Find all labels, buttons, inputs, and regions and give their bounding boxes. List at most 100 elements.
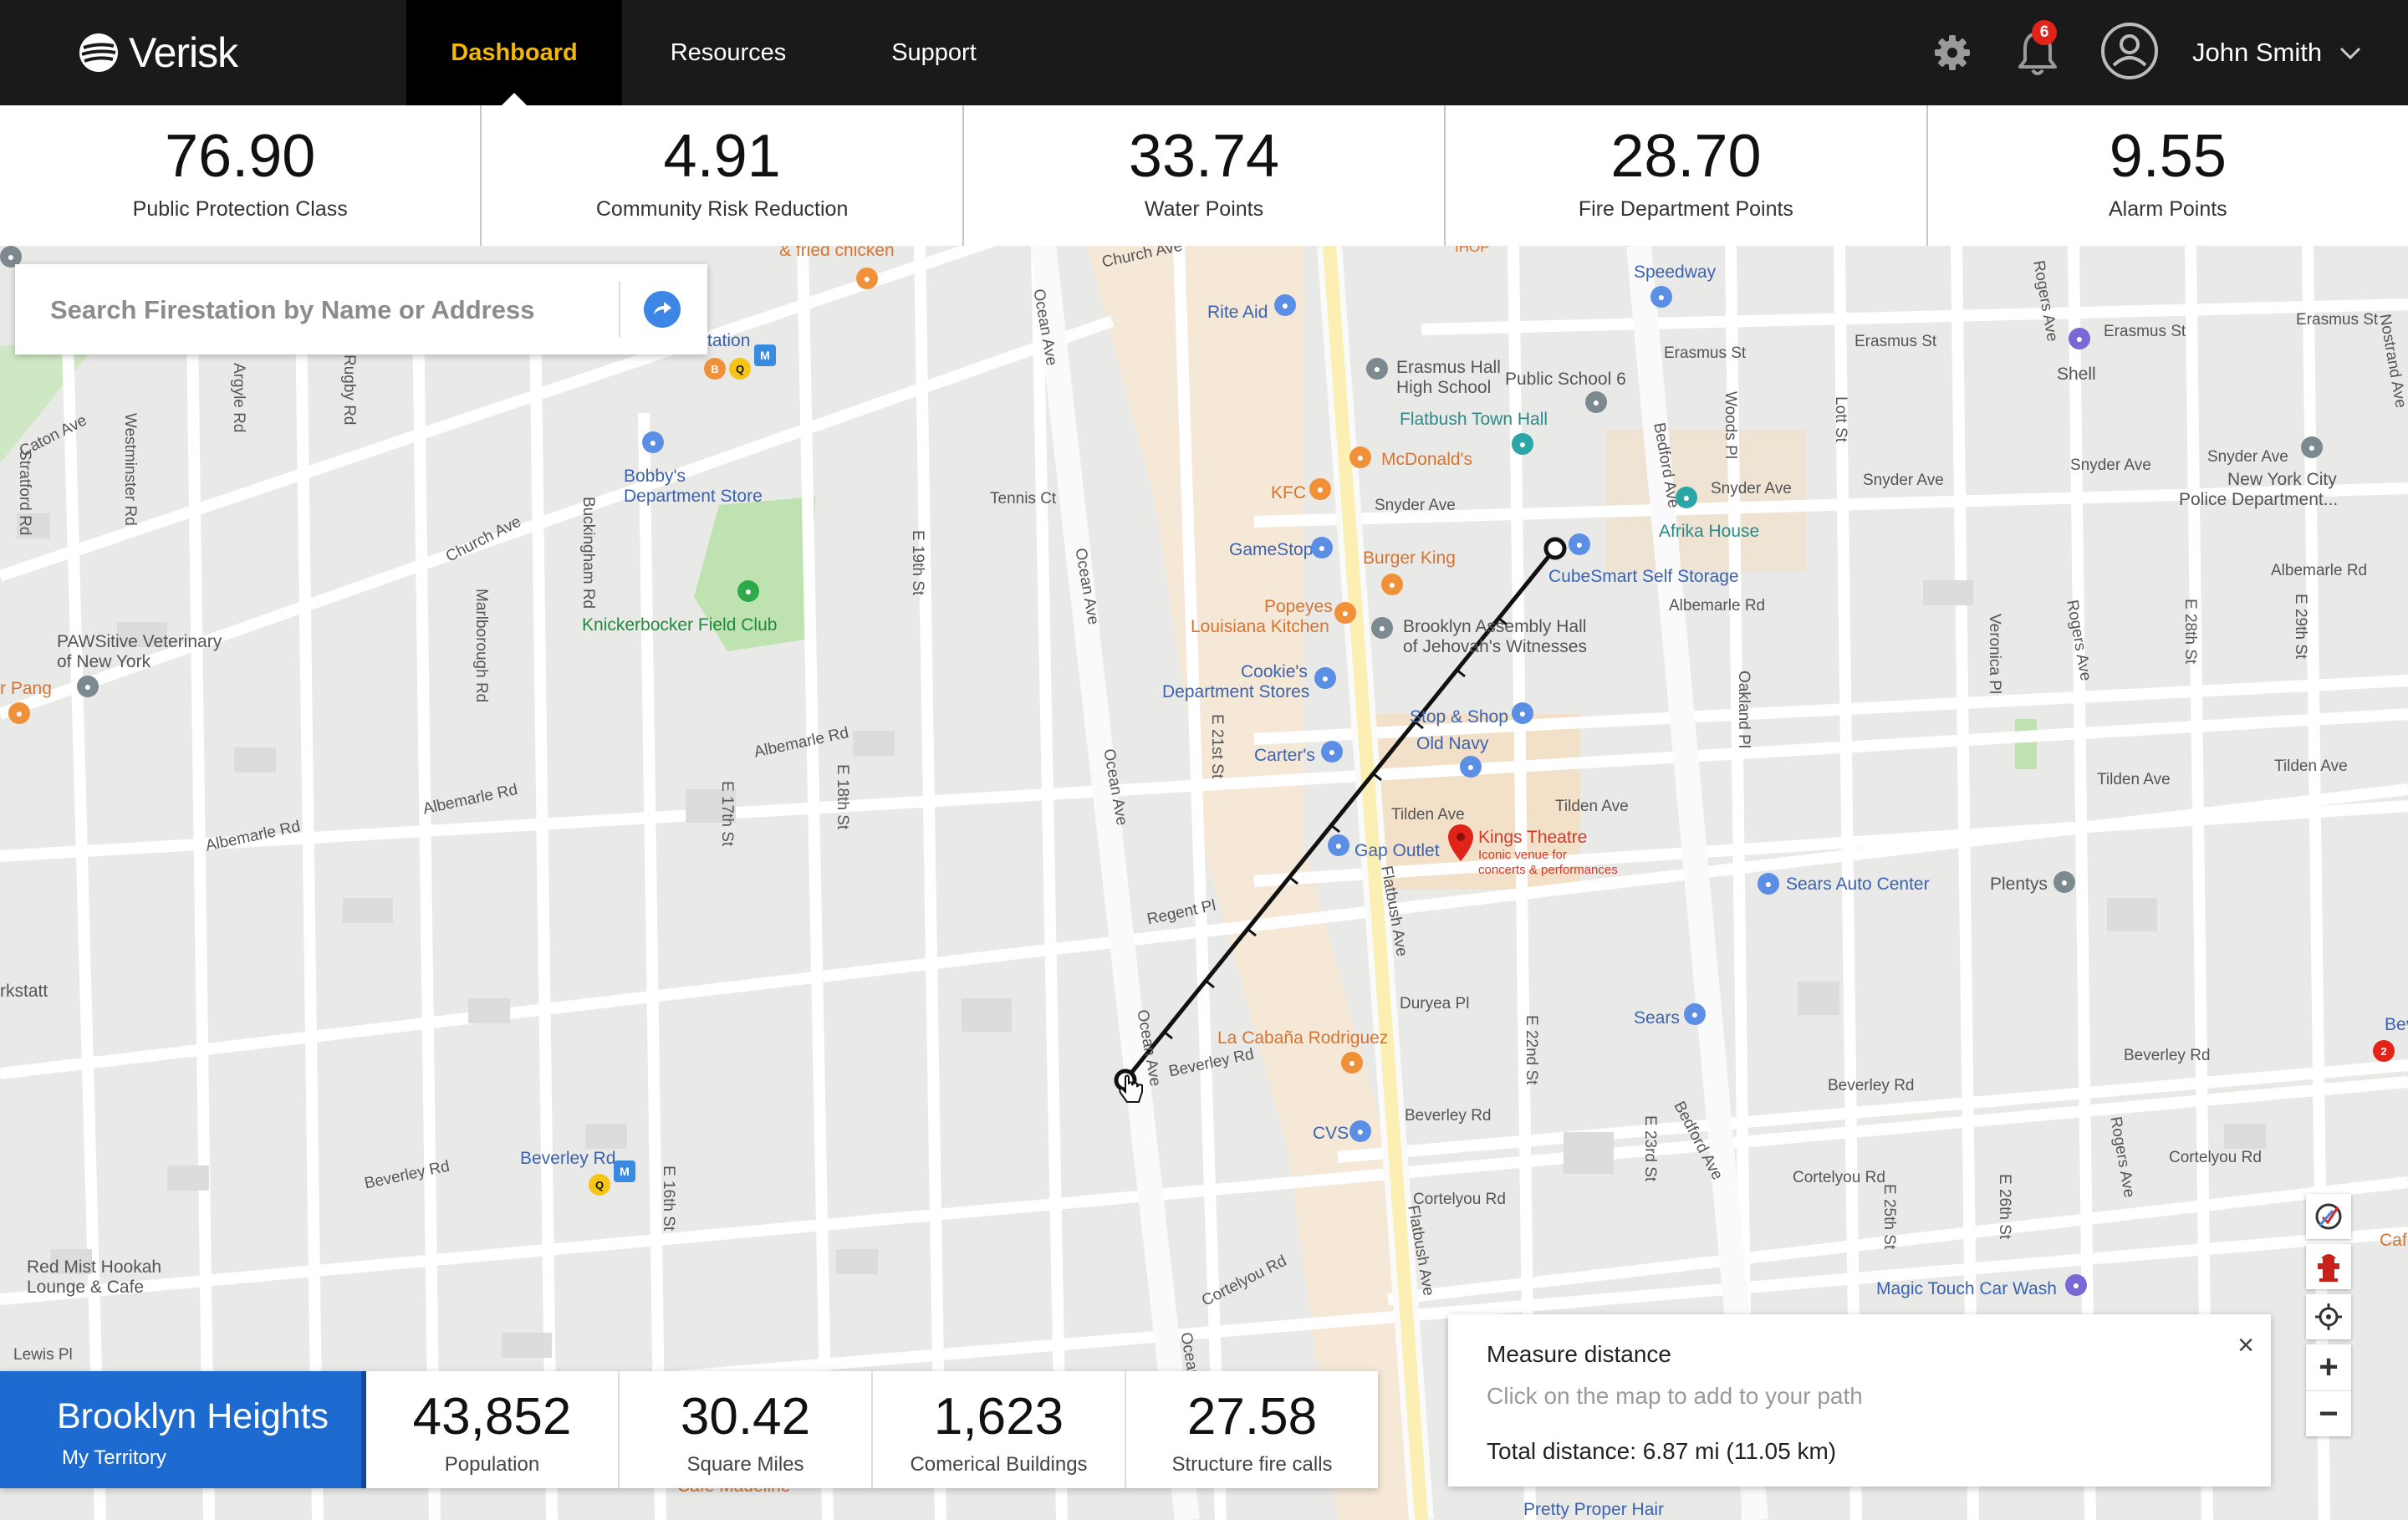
poi-red-mist-2[interactable]: Lounge & Cafe	[27, 1278, 144, 1298]
chevron-down-icon[interactable]	[2339, 47, 2361, 60]
poi-brooklyn-assembly-1[interactable]: Brooklyn Assembly Hall	[1403, 617, 1586, 637]
storage-pin-icon[interactable]: ●	[1569, 533, 1590, 555]
poi-ihop[interactable]: IHOP	[1455, 246, 1490, 258]
poi-sears[interactable]: Sears	[1634, 1008, 1680, 1028]
poi-station[interactable]: tation	[707, 331, 750, 351]
veterinary-pin-icon[interactable]: ●	[77, 676, 99, 697]
poi-pretty-proper[interactable]: Pretty Proper Hair	[1523, 1500, 1664, 1520]
park-pin-icon[interactable]: ●	[737, 580, 759, 602]
school-pin-icon[interactable]: ●	[1366, 358, 1388, 380]
poi-pawsitive-2[interactable]: of New York	[57, 652, 150, 672]
shopping-pin-icon[interactable]: ●	[1274, 294, 1296, 316]
poi-public-school[interactable]: Public School 6	[1505, 370, 1626, 390]
poi-popeyes-2[interactable]: Louisiana Kitchen	[1191, 617, 1329, 637]
poi-mcdonalds[interactable]: McDonald's	[1381, 450, 1472, 470]
police-pin-icon[interactable]: ●	[2301, 436, 2323, 458]
poi-nypd-1[interactable]: New York City	[2227, 470, 2337, 490]
verisk-logo[interactable]: Verisk	[77, 25, 238, 80]
shopping-pin-icon[interactable]: ●	[642, 431, 664, 453]
restaurant-pin-icon[interactable]: ●	[856, 268, 878, 289]
poi-la-cabana[interactable]: La Cabaña Rodriguez	[1217, 1028, 1388, 1048]
poi-cookies-2[interactable]: Department Stores	[1162, 682, 1309, 702]
poi-beverley-rd-station[interactable]: Beverley Rd	[520, 1149, 615, 1169]
restaurant-pin-icon[interactable]: ●	[1334, 602, 1356, 624]
poi-bobbys-2[interactable]: Department Store	[624, 487, 763, 507]
poi-plentys[interactable]: Plentys	[1990, 875, 2048, 895]
poi-fried-chicken[interactable]: & fried chicken	[779, 246, 895, 261]
restaurant-pin-icon[interactable]: ●	[1341, 1052, 1363, 1074]
close-icon[interactable]: ×	[2237, 1329, 2254, 1362]
measure-tool-button[interactable]	[2306, 1194, 2351, 1239]
landmark-pin-icon[interactable]: ●	[1512, 433, 1533, 455]
poi-pang[interactable]: r Pang	[0, 679, 52, 699]
zoom-out-button[interactable]: −	[2306, 1391, 2351, 1437]
poi-rite-aid[interactable]: Rite Aid	[1207, 303, 1268, 323]
poi-kstatt[interactable]: rkstatt	[0, 982, 48, 1002]
restaurant-pin-icon[interactable]: ●	[1349, 446, 1371, 468]
metric-water-points[interactable]: 33.74 Water Points	[964, 105, 1446, 246]
poi-pawsitive-1[interactable]: PAWSitive Veterinary	[57, 632, 222, 652]
shopping-pin-icon[interactable]: ●	[1314, 667, 1336, 689]
shopping-pin-icon[interactable]: ●	[1311, 537, 1333, 559]
poi-shell[interactable]: Shell	[2057, 365, 2096, 385]
poi-bobbys-1[interactable]: Bobby's	[624, 467, 686, 487]
poi-old-navy[interactable]: Old Navy	[1416, 734, 1488, 754]
poi-caf-right[interactable]: Caf	[2380, 1231, 2407, 1251]
metric-fire-department-points[interactable]: 28.70 Fire Department Points	[1446, 105, 1928, 246]
pharmacy-pin-icon[interactable]: ●	[1349, 1120, 1371, 1142]
gear-icon[interactable]	[1931, 32, 1973, 74]
poi-gamestop[interactable]: GameStop	[1229, 540, 1313, 560]
poi-sears-auto[interactable]: Sears Auto Center	[1786, 875, 1930, 895]
shopping-pin-icon[interactable]: ●	[1321, 741, 1343, 763]
poi-nypd-2[interactable]: Police Department...	[2179, 490, 2338, 510]
poi-carters[interactable]: Carter's	[1254, 746, 1315, 766]
poi-beverly-right[interactable]: Beverly	[2385, 1015, 2408, 1035]
poi-popeyes-1[interactable]: Popeyes	[1264, 597, 1333, 617]
metric-community-risk-reduction[interactable]: 4.91 Community Risk Reduction	[482, 105, 964, 246]
map-canvas[interactable]: Caton Ave Church Ave Church Ave Tennis C…	[0, 246, 2408, 1520]
car-wash-pin-icon[interactable]: ●	[2065, 1274, 2087, 1296]
poi-erasmus-hall-2[interactable]: High School	[1396, 378, 1491, 398]
nav-dashboard[interactable]: Dashboard	[406, 0, 622, 106]
poi-flatbush-town-hall[interactable]: Flatbush Town Hall	[1400, 410, 1548, 430]
poi-erasmus-hall-1[interactable]: Erasmus Hall	[1396, 358, 1501, 378]
user-avatar-icon[interactable]	[2100, 22, 2159, 80]
search-submit-button[interactable]	[644, 291, 681, 328]
fire-hydrant-button[interactable]	[2306, 1244, 2351, 1289]
poi-magic-touch[interactable]: Magic Touch Car Wash	[1876, 1279, 2057, 1299]
gas-pin-icon[interactable]: ●	[2069, 328, 2090, 349]
worship-pin-icon[interactable]: ●	[1371, 617, 1393, 639]
shopping-pin-icon[interactable]: ●	[2053, 871, 2075, 893]
shopping-pin-icon[interactable]: ●	[1684, 1003, 1706, 1025]
poi-kfc[interactable]: KFC	[1271, 483, 1306, 503]
shopping-pin-icon[interactable]: ●	[1460, 756, 1482, 778]
poi-knickerbocker[interactable]: Knickerbocker Field Club	[582, 615, 777, 635]
restaurant-pin-icon[interactable]: ●	[1381, 574, 1403, 595]
poi-cvs[interactable]: CVS	[1313, 1124, 1349, 1144]
locate-button[interactable]	[2306, 1294, 2351, 1339]
poi-cookies-1[interactable]: Cookie's	[1241, 662, 1308, 682]
map-marker-icon[interactable]	[1448, 824, 1473, 861]
zoom-in-button[interactable]: +	[2306, 1344, 2351, 1391]
poi-gap-outlet[interactable]: Gap Outlet	[1354, 841, 1440, 861]
metric-alarm-points[interactable]: 9.55 Alarm Points	[1928, 105, 2408, 246]
user-name[interactable]: John Smith	[2192, 38, 2322, 68]
search-input[interactable]	[48, 288, 604, 333]
school-pin-icon[interactable]: ●	[1585, 391, 1607, 413]
poi-brooklyn-assembly-2[interactable]: of Jehovah's Witnesses	[1403, 637, 1587, 657]
shopping-pin-icon[interactable]: ●	[1512, 702, 1533, 724]
nav-support[interactable]: Support	[834, 0, 1033, 105]
poi-stop-shop[interactable]: Stop & Shop	[1410, 707, 1508, 727]
restaurant-pin-icon[interactable]: ●	[1309, 478, 1331, 500]
metric-public-protection-class[interactable]: 76.90 Public Protection Class	[0, 105, 482, 246]
poi-cubesmart[interactable]: CubeSmart Self Storage	[1548, 567, 1739, 587]
gas-pin-icon[interactable]: ●	[1650, 286, 1672, 308]
poi-afrika-house[interactable]: Afrika House	[1659, 522, 1759, 542]
landmark-pin-icon[interactable]: ●	[1676, 487, 1697, 508]
poi-kings-theatre[interactable]: Kings Theatre	[1478, 828, 1587, 848]
shopping-pin-icon[interactable]: ●	[1328, 834, 1349, 856]
nav-resources[interactable]: Resources	[622, 0, 834, 105]
territory-name-card[interactable]: Brooklyn Heights My Territory	[0, 1371, 366, 1488]
restaurant-pin-icon[interactable]: ●	[8, 702, 30, 724]
poi-speedway[interactable]: Speedway	[1634, 263, 1716, 283]
